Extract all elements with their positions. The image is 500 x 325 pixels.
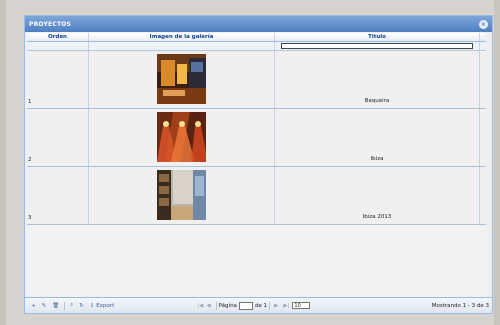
export-button[interactable]: ⇪ Export: [87, 303, 117, 309]
column-header-orden[interactable]: Orden: [27, 33, 89, 41]
orden-value: 3: [28, 215, 32, 221]
image-cell: [89, 167, 275, 224]
toolbar-separator: [269, 301, 271, 310]
status-text: Mostrando 1 - 3 de 3: [431, 302, 489, 309]
table-row[interactable]: 2 Ibiza: [27, 109, 486, 167]
column-header-imagen[interactable]: Imagen de la galería: [89, 33, 275, 41]
titulo-cell: Ibiza 2013: [275, 167, 480, 224]
titulo-filter-input[interactable]: [281, 43, 473, 49]
filter-cell-orden: [27, 42, 89, 50]
first-page-icon[interactable]: |◀: [197, 303, 203, 309]
toolbar-separator: [215, 301, 217, 310]
prev-page-icon[interactable]: ◀: [206, 303, 210, 309]
window-background: PROYECTOS × Orden Imagen de la galería T…: [0, 0, 500, 325]
close-icon[interactable]: ×: [479, 19, 488, 29]
interior-photo-cool[interactable]: [157, 170, 206, 220]
filter-cell-titulo: [275, 42, 480, 50]
page-label: Página: [218, 302, 237, 309]
panel-title: PROYECTOS: [29, 20, 72, 28]
proyectos-panel: PROYECTOS × Orden Imagen de la galería T…: [24, 15, 493, 314]
wall-lights-photo[interactable]: [157, 112, 206, 162]
column-header-titulo[interactable]: Titulo: [275, 33, 480, 41]
grid-header: Orden Imagen de la galería Titulo: [27, 33, 486, 42]
page-size-value: 10: [294, 302, 301, 309]
titulo-value: Ibiza: [370, 156, 384, 162]
image-cell: [89, 109, 275, 166]
grid-toolbar: + ✎ 🗑 ⌕ ↻ ⇪ Export |◀ ◀ Página de 1 ▶ ▶|…: [25, 297, 492, 313]
image-cell: [89, 51, 275, 108]
titulo-value: Baqueira: [364, 98, 390, 104]
pencil-icon[interactable]: ✎: [39, 303, 50, 309]
refresh-icon[interactable]: ↻: [76, 303, 87, 309]
export-label: Export: [96, 302, 115, 309]
search-icon[interactable]: ⌕: [67, 302, 76, 309]
orden-value: 1: [28, 99, 32, 105]
next-page-icon[interactable]: ▶: [274, 303, 278, 309]
titulo-value: Ibiza 2013: [362, 214, 392, 220]
filter-cell-imagen: [89, 42, 275, 50]
orden-cell: 1: [27, 51, 89, 108]
orden-cell: 2: [27, 109, 89, 166]
page-number-input[interactable]: [238, 301, 253, 310]
page-of-label: de 1: [254, 302, 268, 309]
orden-cell: 3: [27, 167, 89, 224]
plus-icon[interactable]: +: [28, 303, 39, 309]
titulo-cell: Baqueira: [275, 51, 480, 108]
filter-row: [27, 42, 486, 51]
table-row[interactable]: 3 Ibiza 2013: [27, 167, 486, 225]
panel-titlebar: PROYECTOS ×: [25, 16, 492, 32]
projects-grid: Orden Imagen de la galería Titulo 1 Baqu…: [27, 33, 486, 297]
toolbar-separator: [64, 301, 66, 310]
trash-icon[interactable]: 🗑: [49, 303, 62, 309]
interior-photo-warm[interactable]: [157, 54, 206, 104]
titulo-cell: Ibiza: [275, 109, 480, 166]
page-size-select[interactable]: 10: [292, 302, 311, 309]
table-row[interactable]: 1 Baqueira: [27, 51, 486, 109]
orden-value: 2: [28, 157, 32, 163]
last-page-icon[interactable]: ▶|: [283, 303, 289, 309]
